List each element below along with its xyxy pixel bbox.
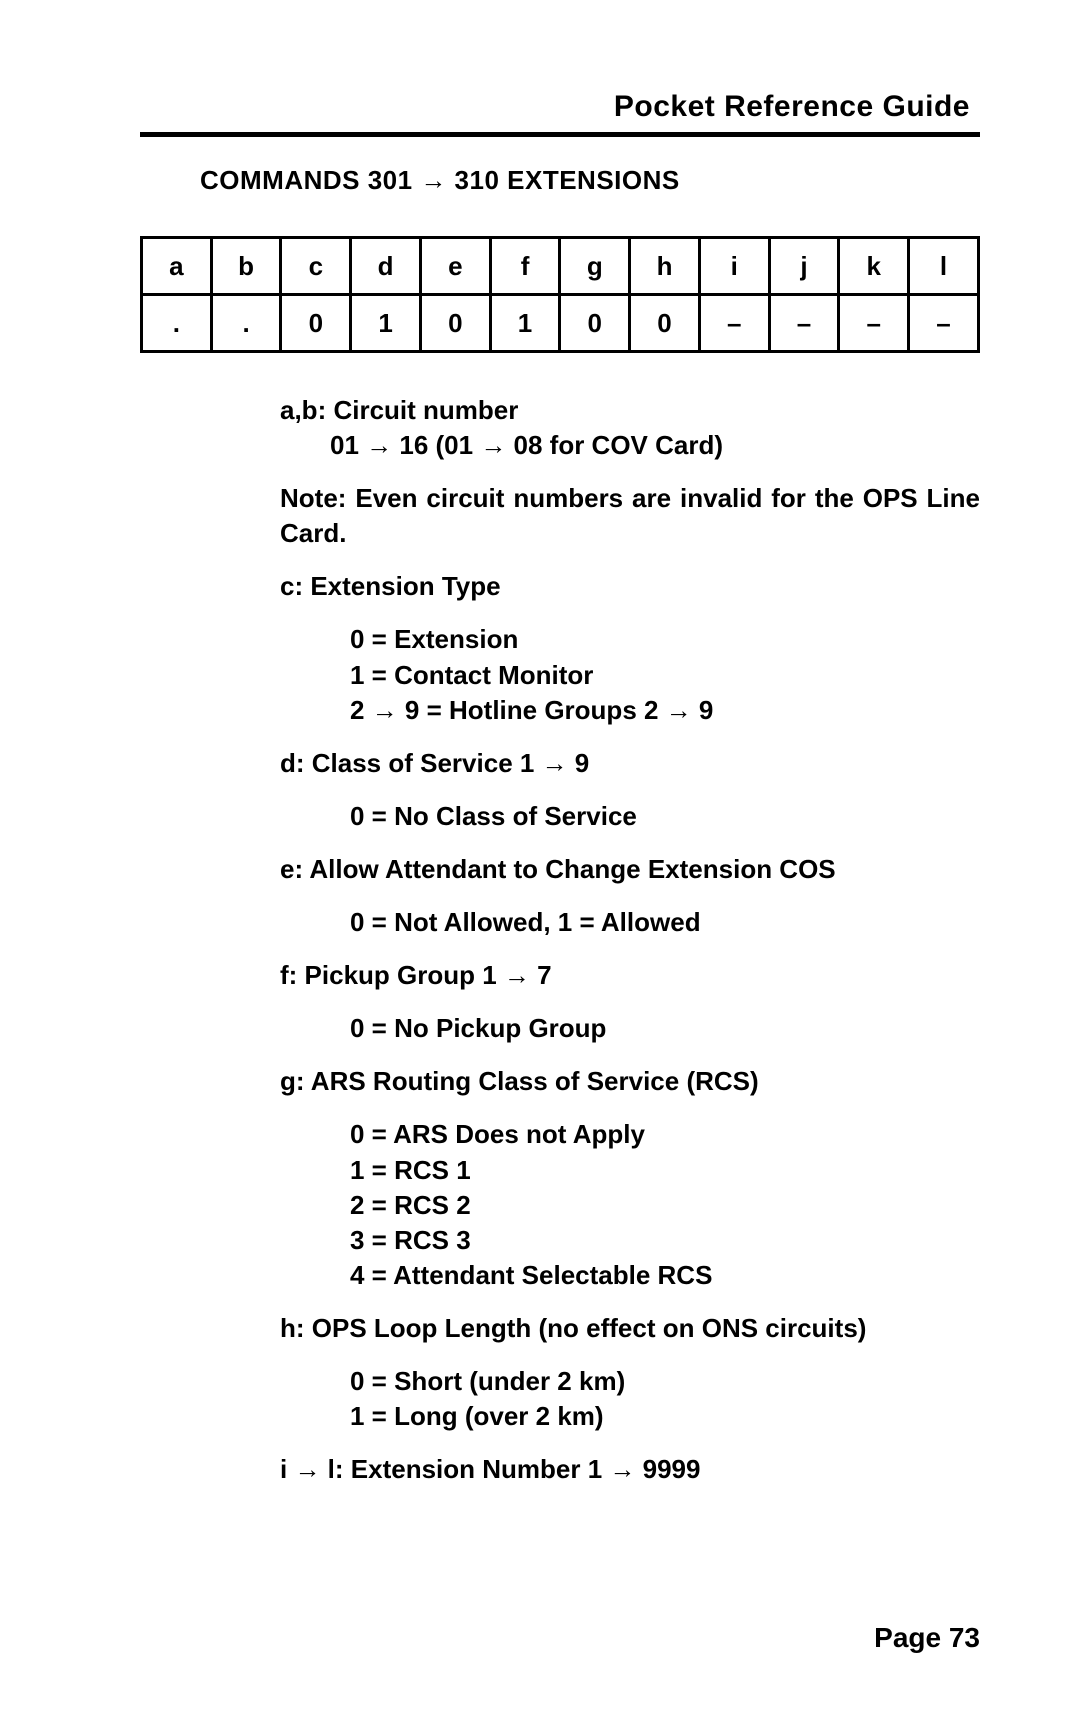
c-label: c: Extension Type: [280, 571, 501, 601]
cell-i: i: [699, 238, 769, 295]
cell-j: j: [769, 238, 839, 295]
cell-f: f: [490, 238, 560, 295]
cell-h: h: [630, 238, 700, 295]
h-items: 0 = Short (under 2 km) 1 = Long (over 2 …: [280, 1364, 980, 1434]
val-i: –: [699, 295, 769, 352]
g-item-0: 0 = ARS Does not Apply: [350, 1117, 980, 1152]
section-title: COMMANDS 301 → 310 EXTENSIONS: [200, 165, 980, 196]
f-item: 0 = No Pickup Group: [350, 1011, 980, 1046]
g-items: 0 = ARS Does not Apply 1 = RCS 1 2 = RCS…: [280, 1117, 980, 1292]
h-item-0: 0 = Short (under 2 km): [350, 1364, 980, 1399]
page-container: Pocket Reference Guide COMMANDS 301 → 31…: [0, 0, 1080, 1714]
c-item-0: 0 = Extension: [350, 622, 980, 657]
cell-d: d: [351, 238, 421, 295]
val-e: 0: [420, 295, 490, 352]
header-rule: [140, 132, 980, 137]
note-text: Even circuit numbers are invalid for the…: [280, 483, 980, 548]
val-c: 0: [281, 295, 351, 352]
g-label: g: ARS Routing Class of Service (RCS): [280, 1064, 980, 1099]
note-label: Note:: [280, 483, 346, 513]
g-item-1: 1 = RCS 1: [350, 1153, 980, 1188]
val-a: .: [142, 295, 212, 352]
cell-l: l: [909, 238, 979, 295]
val-k: –: [839, 295, 909, 352]
cell-k: k: [839, 238, 909, 295]
h-item-1: 1 = Long (over 2 km): [350, 1399, 980, 1434]
g-item-2: 2 = RCS 2: [350, 1188, 980, 1223]
val-j: –: [769, 295, 839, 352]
cell-b: b: [211, 238, 281, 295]
g-item-4: 4 = Attendant Selectable RCS: [350, 1258, 980, 1293]
h-label: h: OPS Loop Length (no effect on ONS cir…: [280, 1311, 980, 1346]
ab-detail: 01 → 16 (01 → 08 for COV Card): [330, 430, 723, 460]
val-f: 1: [490, 295, 560, 352]
def-c: c: Extension Type: [280, 569, 980, 604]
cell-e: e: [420, 238, 490, 295]
d-item: 0 = No Class of Service: [350, 799, 980, 834]
page-number: Page 73: [874, 1622, 980, 1654]
cell-g: g: [560, 238, 630, 295]
f-label: f: Pickup Group 1 → 7: [280, 958, 980, 993]
d-label: d: Class of Service 1 → 9: [280, 746, 980, 781]
note-block: Note: Even circuit numbers are invalid f…: [280, 481, 980, 551]
field-table: a b c d e f g h i j k l . . 0 1 0 1 0 0 …: [140, 236, 980, 353]
cell-a: a: [142, 238, 212, 295]
val-b: .: [211, 295, 281, 352]
body-content: a,b: Circuit number 01 → 16 (01 → 08 for…: [280, 393, 980, 1487]
g-item-3: 3 = RCS 3: [350, 1223, 980, 1258]
table-row-headers: a b c d e f g h i j k l: [142, 238, 979, 295]
header-title: Pocket Reference Guide: [140, 90, 980, 124]
val-g: 0: [560, 295, 630, 352]
c-items: 0 = Extension 1 = Contact Monitor 2 → 9 …: [280, 622, 980, 727]
val-h: 0: [630, 295, 700, 352]
def-ab: a,b: Circuit number 01 → 16 (01 → 08 for…: [280, 393, 980, 463]
e-item: 0 = Not Allowed, 1 = Allowed: [350, 905, 980, 940]
val-d: 1: [351, 295, 421, 352]
il-label: i → l: Extension Number 1 → 9999: [280, 1452, 980, 1487]
table-row-values: . . 0 1 0 1 0 0 – – – –: [142, 295, 979, 352]
c-item-1: 1 = Contact Monitor: [350, 658, 980, 693]
cell-c: c: [281, 238, 351, 295]
e-label: e: Allow Attendant to Change Extension C…: [280, 852, 980, 887]
val-l: –: [909, 295, 979, 352]
ab-label: a,b: Circuit number: [280, 395, 518, 425]
c-item-2: 2 → 9 = Hotline Groups 2 → 9: [350, 693, 980, 728]
